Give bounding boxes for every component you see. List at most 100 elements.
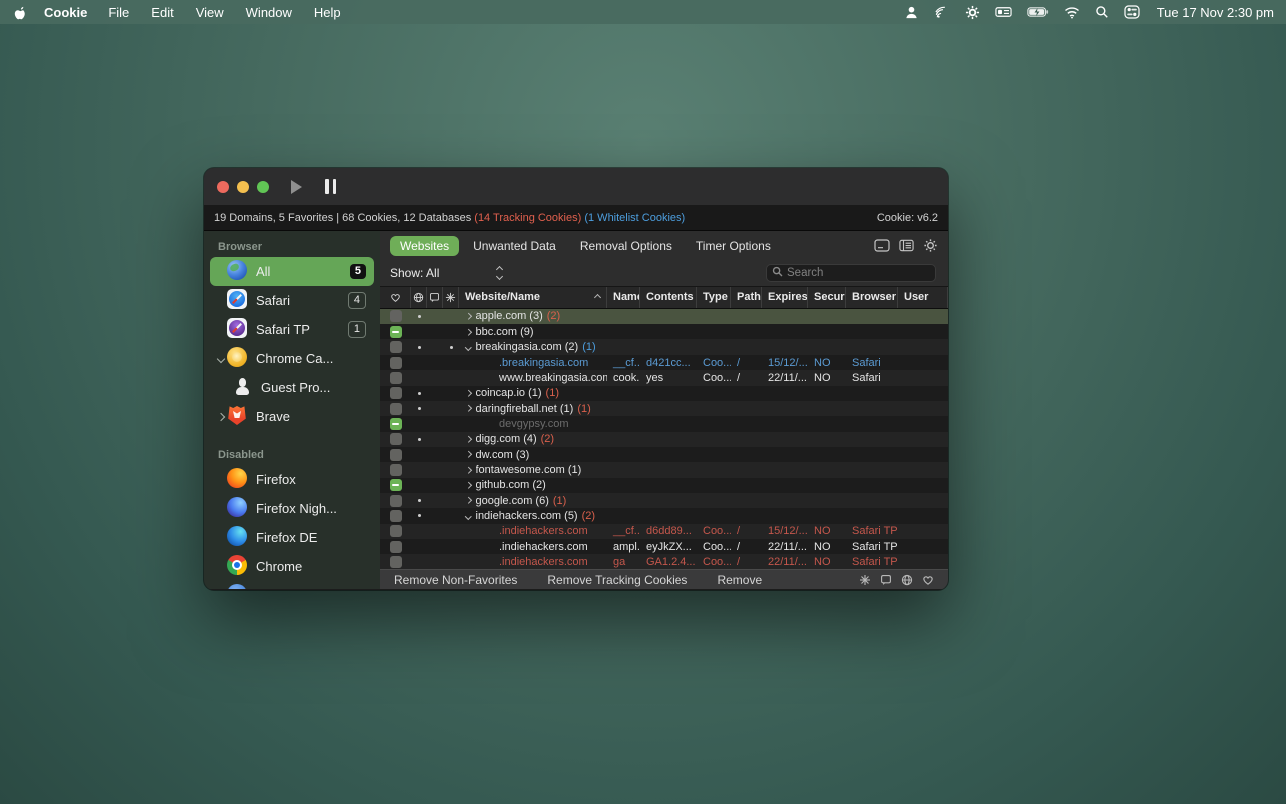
row-checkbox[interactable] (390, 541, 402, 553)
col-name[interactable]: Name (607, 287, 640, 308)
table-row[interactable]: fontawesome.com (1) (380, 462, 948, 477)
battery-charging-icon[interactable] (1027, 6, 1049, 18)
menu-bar-clock[interactable]: Tue 17 Nov 2:30 pm (1157, 5, 1274, 20)
window-titlebar[interactable] (204, 168, 948, 205)
flag-icon[interactable] (880, 574, 892, 586)
snowflake-icon[interactable] (859, 574, 871, 586)
tab-unwanted-data[interactable]: Unwanted Data (463, 236, 566, 256)
search-icon[interactable] (1095, 5, 1109, 19)
play-icon[interactable] (291, 180, 302, 194)
sidebar-item-firefox-de[interactable]: Firefox DE (210, 523, 374, 552)
col-heart-icon[interactable] (380, 287, 411, 308)
remove-tracking-cookies-button[interactable]: Remove Tracking Cookies (547, 573, 687, 587)
disclosure-chevron-icon[interactable] (465, 313, 471, 319)
table-row[interactable]: apple.com (3)(2) (380, 309, 948, 324)
row-checkbox[interactable] (390, 433, 402, 445)
disclosure-chevron-icon[interactable] (465, 344, 471, 350)
list-view-icon[interactable] (899, 239, 914, 252)
globe-icon[interactable] (901, 574, 913, 586)
disclosure-chevron-icon[interactable] (465, 497, 471, 503)
sidebar-item-safari[interactable]: Safari4 (210, 286, 374, 315)
sidebar-item-chrome-ca[interactable]: Chrome Ca... (210, 344, 374, 373)
wifi-icon[interactable] (1064, 6, 1080, 19)
col-snowflake-icon[interactable] (443, 287, 459, 308)
sidebar-item-unknown-blue[interactable] (210, 581, 374, 589)
col-expires[interactable]: Expires (762, 287, 808, 308)
table-row[interactable]: devgypsy.com (380, 416, 948, 431)
show-filter-label[interactable]: Show: All (390, 266, 439, 280)
row-checkbox[interactable] (390, 403, 402, 415)
col-contents[interactable]: Contents (640, 287, 697, 308)
menu-item-file[interactable]: File (97, 5, 140, 20)
row-checkbox[interactable] (390, 372, 402, 384)
table-row[interactable]: bbc.com (9) (380, 324, 948, 339)
close-window-button[interactable] (217, 181, 229, 193)
menu-item-view[interactable]: View (185, 5, 235, 20)
table-row[interactable]: .breakingasia.com__cf...d421cc...Coo.../… (380, 355, 948, 370)
sidebar-item-firefox-nigh[interactable]: Firefox Nigh... (210, 494, 374, 523)
table-row[interactable]: .indiehackers.comgaGA1.2.4...Coo.../22/1… (380, 554, 948, 569)
menu-item-window[interactable]: Window (235, 5, 303, 20)
disclosure-chevron-icon[interactable] (465, 482, 471, 488)
settings-icon[interactable] (923, 238, 938, 253)
show-filter-stepper[interactable] (497, 267, 502, 279)
disclosure-chevron-icon[interactable] (214, 414, 227, 420)
search-input[interactable]: Search (766, 264, 936, 282)
comment-icon[interactable] (874, 239, 890, 252)
menu-item-edit[interactable]: Edit (140, 5, 184, 20)
user-icon[interactable] (904, 5, 919, 20)
minimize-window-button[interactable] (237, 181, 249, 193)
tab-timer-options[interactable]: Timer Options (686, 236, 781, 256)
sidebar-item-guest-pro[interactable]: Guest Pro... (210, 373, 374, 402)
gear-icon[interactable] (965, 5, 980, 20)
sidebar-item-safari-tp[interactable]: Safari TP1 (210, 315, 374, 344)
row-checkbox[interactable] (390, 510, 402, 522)
disclosure-chevron-icon[interactable] (465, 390, 471, 396)
col-flag-icon[interactable] (427, 287, 443, 308)
table-row[interactable]: google.com (6)(1) (380, 493, 948, 508)
row-checkbox[interactable] (390, 357, 402, 369)
menu-item-help[interactable]: Help (303, 5, 352, 20)
row-checkbox[interactable] (390, 449, 402, 461)
pause-icon[interactable] (325, 179, 336, 194)
table-row[interactable]: digg.com (4)(2) (380, 432, 948, 447)
table-row[interactable]: www.breakingasia.comcook...yesCoo.../22/… (380, 370, 948, 385)
row-checkbox[interactable] (390, 326, 402, 338)
row-checkbox[interactable] (390, 556, 402, 568)
disclosure-chevron-icon[interactable] (214, 356, 227, 362)
heart-icon[interactable] (922, 574, 934, 586)
table-row[interactable]: daringfireball.net (1)(1) (380, 401, 948, 416)
apple-menu-icon[interactable] (12, 4, 28, 20)
disclosure-chevron-icon[interactable] (465, 513, 471, 519)
col-website-name[interactable]: Website/Name (459, 287, 607, 308)
row-checkbox[interactable] (390, 387, 402, 399)
signal-arcs-icon[interactable] (934, 5, 950, 20)
tab-websites[interactable]: Websites (390, 236, 459, 256)
zoom-window-button[interactable] (257, 181, 269, 193)
sidebar-item-brave[interactable]: Brave (210, 402, 374, 431)
row-checkbox[interactable] (390, 341, 402, 353)
col-user[interactable]: User (898, 287, 948, 308)
keyboard-icon[interactable] (995, 5, 1012, 19)
row-checkbox[interactable] (390, 495, 402, 507)
remove-non-favorites-button[interactable]: Remove Non-Favorites (394, 573, 517, 587)
table-row[interactable]: .indiehackers.comampl...eyJkZX...Coo.../… (380, 539, 948, 554)
col-secure[interactable]: Secure (808, 287, 846, 308)
table-row[interactable]: .indiehackers.com__cf...d6dd89...Coo.../… (380, 524, 948, 539)
row-checkbox[interactable] (390, 479, 402, 491)
table-row[interactable]: github.com (2) (380, 478, 948, 493)
col-browser[interactable]: Browser (846, 287, 898, 308)
table-row[interactable]: coincap.io (1)(1) (380, 386, 948, 401)
col-path[interactable]: Path (731, 287, 762, 308)
sidebar-item-firefox[interactable]: Firefox (210, 465, 374, 494)
control-center-icon[interactable] (1124, 5, 1140, 19)
table-row[interactable]: indiehackers.com (5)(2) (380, 508, 948, 523)
tab-removal-options[interactable]: Removal Options (570, 236, 682, 256)
disclosure-chevron-icon[interactable] (465, 329, 471, 335)
row-checkbox[interactable] (390, 418, 402, 430)
row-checkbox[interactable] (390, 464, 402, 476)
sidebar-item-all[interactable]: All5 (210, 257, 374, 286)
row-checkbox[interactable] (390, 525, 402, 537)
sidebar-item-chrome[interactable]: Chrome (210, 552, 374, 581)
disclosure-chevron-icon[interactable] (465, 436, 471, 442)
